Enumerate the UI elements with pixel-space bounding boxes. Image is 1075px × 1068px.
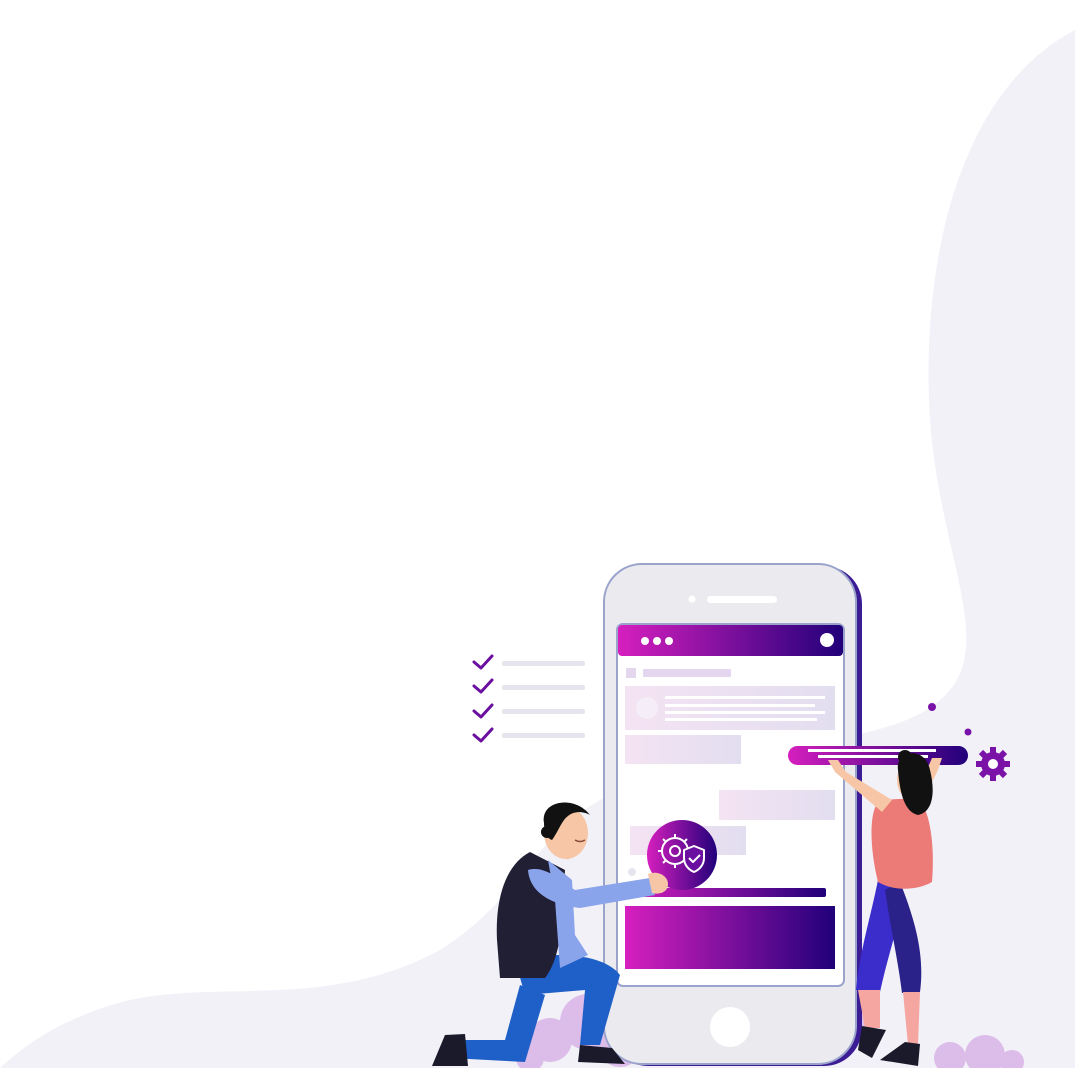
check-icon — [472, 727, 494, 743]
checklist-line — [502, 733, 585, 738]
screen-title-square — [626, 668, 636, 678]
typing-dot — [628, 868, 636, 876]
phone-camera — [688, 595, 696, 603]
decorative-dot — [928, 703, 936, 711]
card-avatar — [636, 697, 658, 719]
card-line — [665, 696, 825, 699]
check-icon — [472, 654, 494, 670]
checklist-line — [502, 709, 585, 714]
gear-icon — [976, 747, 1010, 781]
chat-bubble-left — [625, 735, 741, 764]
dot-icon — [665, 637, 673, 645]
app-header-bar — [618, 625, 843, 656]
checklist — [472, 654, 585, 743]
card-line — [665, 718, 817, 721]
decorative-dot — [964, 728, 972, 736]
phone-home-button — [710, 1007, 750, 1047]
check-icon — [472, 678, 494, 694]
circle-icon — [820, 633, 834, 647]
smartphone — [603, 563, 862, 1066]
floating-search-bar — [788, 746, 968, 765]
card-line — [665, 711, 825, 714]
card-line — [665, 704, 815, 707]
phone-speaker — [707, 596, 777, 603]
dot-icon — [641, 637, 649, 645]
illustration — [0, 30, 1075, 1068]
screen-title-line — [643, 669, 731, 677]
media-banner — [625, 906, 835, 969]
checklist-line — [502, 685, 585, 690]
dot-icon — [653, 637, 661, 645]
chat-bubble-right — [719, 790, 835, 820]
checklist-line — [502, 661, 585, 666]
check-icon — [472, 703, 494, 719]
